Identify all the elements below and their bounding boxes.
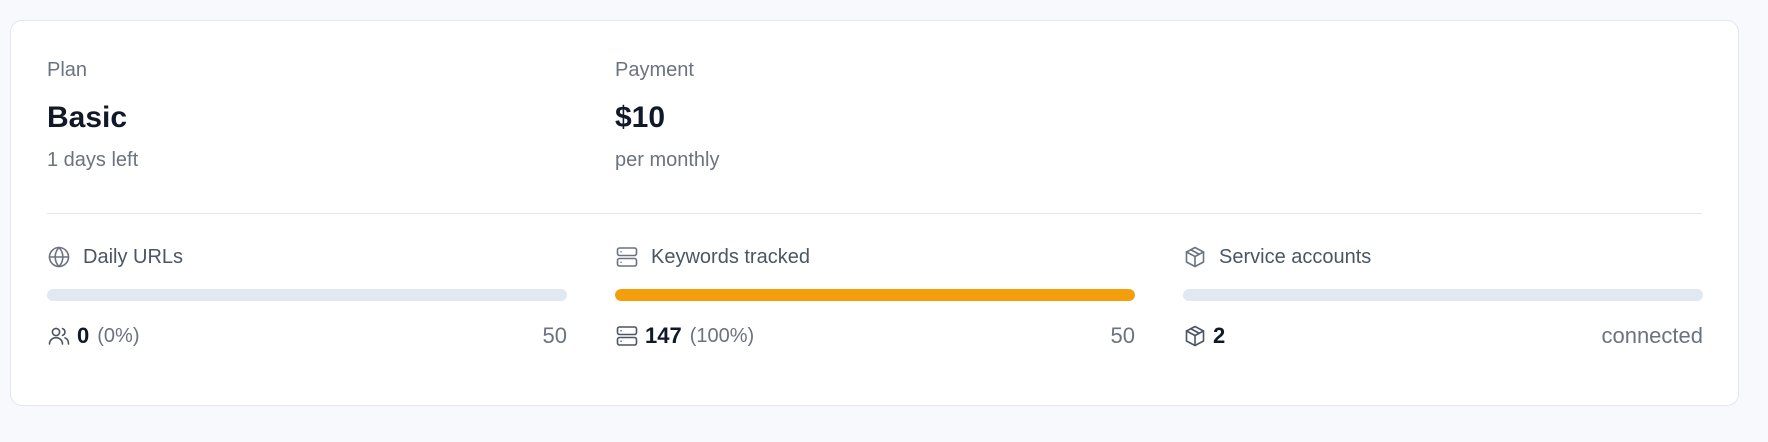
server-icon bbox=[615, 245, 639, 269]
metric-daily-urls: Daily URLs 0 (0%) 50 bbox=[47, 245, 567, 375]
metric-title: Service accounts bbox=[1219, 245, 1372, 268]
metric-header: Service accounts bbox=[1183, 245, 1371, 269]
progress-bar bbox=[615, 289, 1135, 301]
box-icon bbox=[1183, 324, 1207, 348]
metric-footer: 147 (100%) 50 bbox=[615, 321, 1135, 351]
metric-header: Keywords tracked bbox=[615, 245, 810, 269]
progress-bar bbox=[1183, 289, 1703, 301]
metric-footer: 0 (0%) 50 bbox=[47, 321, 567, 351]
globe-icon bbox=[47, 245, 71, 269]
metric-header: Daily URLs bbox=[47, 245, 183, 269]
metric-title: Keywords tracked bbox=[651, 245, 810, 268]
metric-count: 147 bbox=[645, 323, 682, 348]
payment-period: per monthly bbox=[615, 149, 720, 171]
metric-limit: 50 bbox=[1110, 323, 1135, 348]
metric-count: 0 bbox=[77, 323, 90, 348]
metric-percent: (0%) bbox=[97, 324, 140, 347]
server-icon bbox=[615, 324, 639, 348]
plan-summary: Plan Basic 1 days left Payment $10 per m… bbox=[47, 21, 1702, 214]
progress-bar-fill bbox=[615, 289, 1135, 301]
metric-footer: 2 connected bbox=[1183, 321, 1703, 351]
metric-keywords-tracked: Keywords tracked 147 (100%) 50 bbox=[615, 245, 1135, 375]
plan-days-left: 1 days left bbox=[47, 149, 139, 171]
box-icon bbox=[1183, 245, 1207, 269]
metric-percent: (100%) bbox=[689, 324, 755, 347]
metric-count: 2 bbox=[1213, 323, 1226, 348]
metric-title: Daily URLs bbox=[83, 245, 184, 268]
subscription-card: Plan Basic 1 days left Payment $10 per m… bbox=[10, 20, 1739, 406]
plan-label: Plan bbox=[47, 59, 88, 81]
users-icon bbox=[47, 324, 71, 348]
metric-service-accounts: Service accounts 2 connected bbox=[1183, 245, 1703, 375]
section-divider bbox=[47, 213, 1702, 214]
metric-limit: connected bbox=[1601, 323, 1703, 348]
progress-bar bbox=[47, 289, 567, 301]
plan-name: Basic bbox=[47, 101, 128, 134]
metric-limit: 50 bbox=[542, 323, 567, 348]
payment-label: Payment bbox=[615, 59, 694, 81]
payment-amount: $10 bbox=[615, 101, 666, 134]
